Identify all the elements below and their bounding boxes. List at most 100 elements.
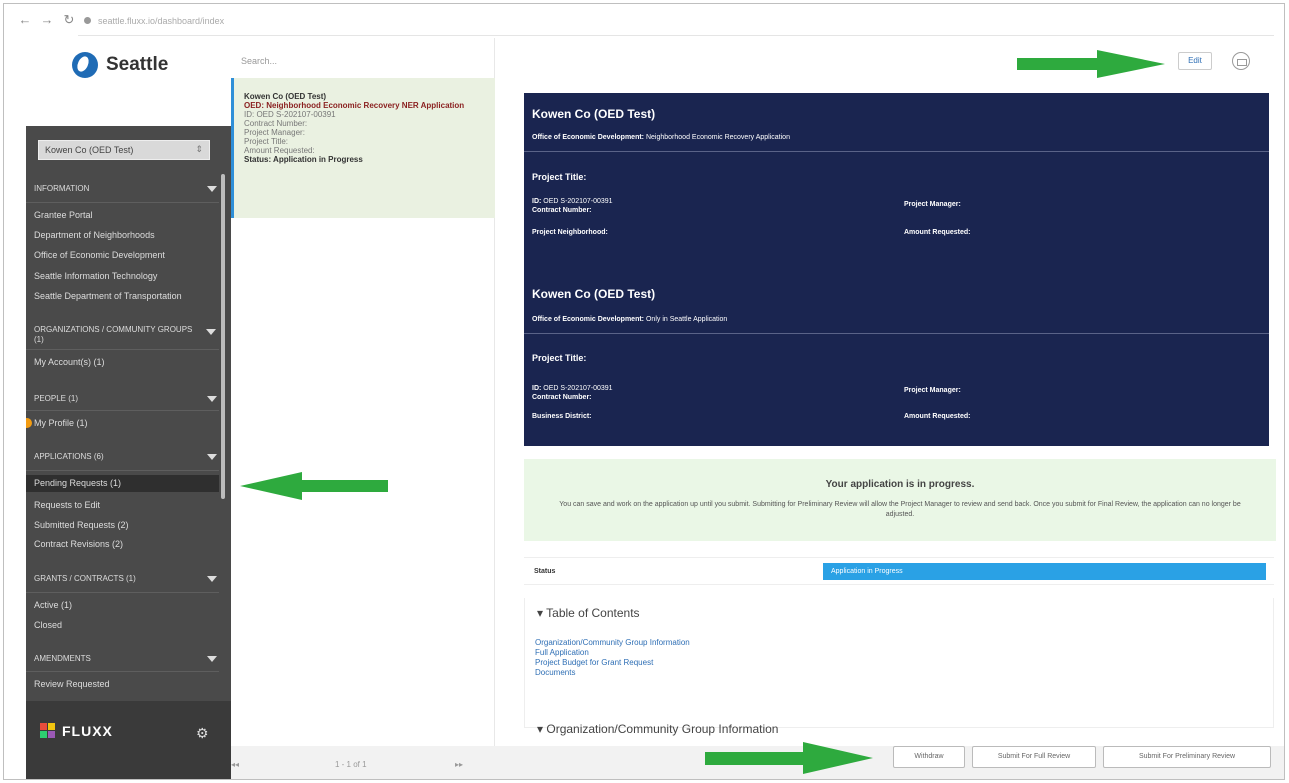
chevron-down-icon [207,454,217,460]
list-pagination: ◂◂ 1 - 1 of 1 ▸▸ [231,746,495,779]
id-label: ID: [532,198,542,205]
toolbar-divider [78,35,1274,36]
toc-link-project-budget[interactable]: Project Budget for Grant Request [535,658,690,668]
section-information[interactable]: INFORMATION [26,184,231,193]
card-title: Kowen Co (OED Test) [244,92,327,101]
chevron-down-icon [207,576,217,582]
office-label: Office of Economic Development: [532,134,645,141]
address-bar[interactable]: seattle.fluxx.io/dashboard/index [98,16,224,26]
city-logo[interactable]: Seattle [72,52,168,78]
status-badge: Application in Progress [823,563,1266,580]
project-neighborhood-label: Project Neighborhood: [532,229,608,236]
sidebar-item-contract-revisions[interactable]: Contract Revisions (2) [34,539,123,549]
card-contract-number: Contract Number: [244,119,308,128]
card-project-manager: Project Manager: [244,128,305,137]
toc-link-org-info[interactable]: Organization/Community Group Information [535,638,690,648]
org-info-heading[interactable]: ▾ Organization/Community Group Informati… [537,722,778,736]
back-icon[interactable]: ← [18,13,32,27]
section-people[interactable]: PEOPLE (1) [26,394,231,403]
sidebar-footer: FLUXX ⚙ [26,701,231,779]
sidebar-item-requests-to-edit[interactable]: Requests to Edit [34,500,100,510]
chevron-down-icon [207,656,217,662]
edit-button[interactable]: Edit [1178,52,1212,70]
sidebar-item-closed[interactable]: Closed [34,620,62,630]
status-label: Status [534,568,556,575]
project-title-label: Project Title: [532,353,587,363]
sidebar-item-seattle-dot[interactable]: Seattle Department of Transportation [34,291,182,301]
fluxx-wordmark: FLUXX [62,723,113,739]
fluxx-logo: FLUXX [40,723,113,739]
forward-icon[interactable]: → [40,13,54,27]
id-field: ID: OED S-202107-00391 [532,198,613,205]
city-name: Seattle [106,54,169,75]
section-label: APPLICATIONS (6) [34,452,104,461]
amount-requested-label: Amount Requested: [904,229,971,236]
search-input[interactable]: Search... [241,56,277,66]
card-program: OED: Neighborhood Economic Recovery NER … [244,101,465,110]
progress-notice: Your application is in progress. You can… [524,459,1276,541]
sidebar-item-my-accounts[interactable]: My Account(s) (1) [34,357,105,367]
withdraw-button[interactable]: Withdraw [893,746,965,768]
sidebar: Kowen Co (OED Test) ⇕ INFORMATION Grante… [26,126,231,701]
divider [26,349,219,350]
sidebar-item-pending-requests[interactable]: Pending Requests (1) [26,475,219,492]
status-row: Status Application in Progress [524,557,1274,585]
section-label: INFORMATION [34,184,90,193]
sidebar-item-my-profile[interactable]: My Profile (1) [34,418,88,428]
sidebar-item-grantee-portal[interactable]: Grantee Portal [34,210,93,220]
id-field: ID: OED S-202107-00391 [532,385,613,392]
prev-page-icon[interactable]: ◂◂ [231,760,239,769]
request-list-panel: Search... Kowen Co (OED Test) OED: Neigh… [231,38,495,779]
annotation-arrow-right [705,742,875,774]
office-line: Office of Economic Development: Neighbor… [532,134,790,141]
sidebar-item-review-requested[interactable]: Review Requested [34,679,110,689]
chevron-down-icon [207,396,217,402]
gear-icon[interactable]: ⚙ [196,725,209,742]
print-icon[interactable] [1232,52,1250,70]
amount-requested-label: Amount Requested: [904,413,971,420]
site-info-icon[interactable] [84,17,91,24]
section-organizations[interactable]: ORGANIZATIONS / COMMUNITY GROUPS (1) [26,325,216,345]
section-applications[interactable]: APPLICATIONS (6) [26,452,231,461]
submit-preliminary-review-button[interactable]: Submit For Preliminary Review [1103,746,1271,768]
next-page-icon[interactable]: ▸▸ [455,760,463,769]
select-caret-icon: ⇕ [195,144,203,154]
divider [26,202,219,203]
action-bar: Withdraw Submit For Full Review Submit F… [495,746,1284,779]
application-summary: Kowen Co (OED Test) Office of Economic D… [524,93,1269,446]
sidebar-item-submitted-requests[interactable]: Submitted Requests (2) [34,520,129,530]
contract-number-label: Contract Number: [532,394,592,401]
toc-link-documents[interactable]: Documents [535,668,690,678]
chevron-down-icon [207,186,217,192]
contract-number-label: Contract Number: [532,207,592,214]
sidebar-item-seattle-it[interactable]: Seattle Information Technology [34,271,157,281]
project-manager-label: Project Manager: [904,201,961,208]
chevron-down-icon [206,329,216,335]
sidebar-item-office-of-economic-development[interactable]: Office of Economic Development [34,250,165,260]
globe-icon [72,52,98,78]
office-value: Only in Seattle Application [645,316,728,323]
card-amount-requested: Amount Requested: [244,146,315,155]
annotation-arrow-right [1017,50,1167,78]
sidebar-item-department-of-neighborhoods[interactable]: Department of Neighborhoods [34,230,155,240]
divider [524,333,1269,334]
section-grants-contracts[interactable]: GRANTS / CONTRACTS (1) [26,574,231,583]
detail-panel: Edit Kowen Co (OED Test) Office of Econo… [495,38,1284,779]
sidebar-item-active[interactable]: Active (1) [34,600,72,610]
organization-select[interactable]: Kowen Co (OED Test) ⇕ [38,140,210,160]
fluxx-mark-icon [40,723,56,739]
browser-window: ← → ↻ seattle.fluxx.io/dashboard/index S… [3,3,1285,780]
reload-icon[interactable]: ↻ [62,13,76,27]
card-project-title: Project Title: [244,137,289,146]
organization-select-value: Kowen Co (OED Test) [45,145,134,155]
page-range: 1 - 1 of 1 [335,760,367,769]
submit-full-review-button[interactable]: Submit For Full Review [972,746,1096,768]
section-amendments[interactable]: AMENDMENTS [26,654,231,663]
browser-toolbar: ← → ↻ seattle.fluxx.io/dashboard/index [4,4,1284,38]
sidebar-scrollbar[interactable] [221,174,225,499]
divider [524,151,1269,152]
toc-link-full-application[interactable]: Full Application [535,648,690,658]
toc-heading[interactable]: ▾ Table of Contents [537,606,640,620]
list-item[interactable]: Kowen Co (OED Test) OED: Neighborhood Ec… [231,78,495,218]
org-title: Kowen Co (OED Test) [532,287,656,301]
